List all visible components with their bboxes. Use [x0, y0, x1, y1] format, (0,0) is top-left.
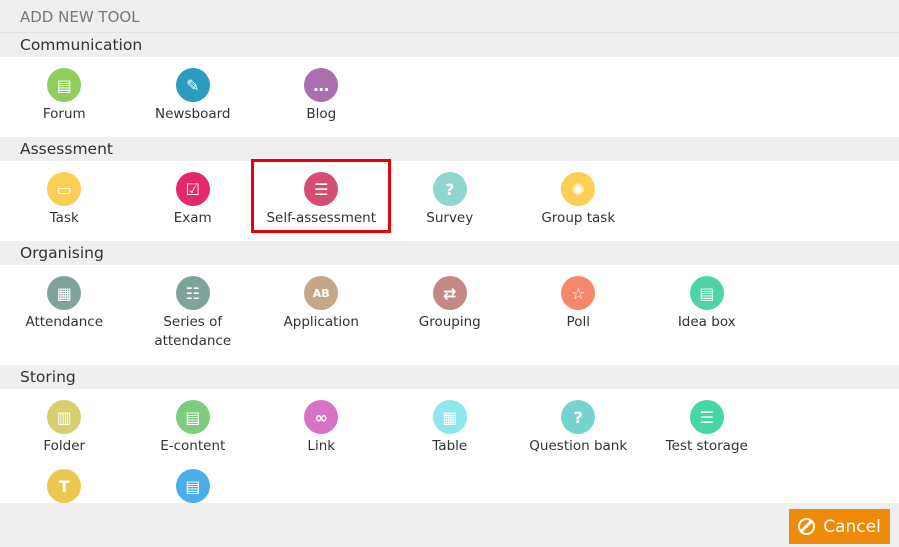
tool-e-content[interactable]: ▤ E-content: [129, 400, 258, 469]
tool-label: Test storage: [665, 438, 748, 454]
pin-icon: ✎: [175, 68, 210, 102]
tool-task[interactable]: ▭ Task: [0, 172, 129, 241]
tool-sections: Communication ▤ Forum ✎ Newsboard … Blog Assess…: [0, 33, 899, 538]
tool-attendance[interactable]: ▦ Attendance: [0, 276, 129, 365]
tool-series-of-attendance[interactable]: ☷ Series of attendance: [129, 276, 258, 365]
section-items: ▤ Forum ✎ Newsboard … Blog: [0, 57, 899, 137]
tool-label: Attendance: [25, 314, 104, 330]
tool-label: E-content: [160, 438, 226, 454]
tool-survey[interactable]: ? Survey: [386, 172, 515, 241]
tool-label: Question bank: [529, 438, 628, 454]
cancel-label: Cancel: [823, 516, 881, 537]
tool-label: Exam: [173, 210, 212, 226]
tool-label: Idea box: [677, 314, 736, 330]
tool-link[interactable]: ∞ Link: [257, 400, 386, 469]
tool-table[interactable]: ▦ Table: [386, 400, 515, 469]
tool-question-bank[interactable]: ? Question bank: [514, 400, 643, 469]
checklist-icon: ☰: [304, 172, 339, 206]
section-items: ▦ Attendance ☷ Series of attendance AB Applic…: [0, 265, 899, 365]
table-icon: ▦: [432, 400, 467, 434]
section-items: ▭ Task ☑ Exam ☰ Self-assessment? Survey ✺ Group …: [0, 159, 899, 241]
tool-label: Series of attendance: [154, 314, 232, 349]
tool-label: Newsboard: [155, 106, 231, 122]
tool-blog[interactable]: … Blog: [257, 68, 386, 137]
list-icon: ☰: [689, 400, 724, 434]
tool-label: Group task: [541, 210, 616, 226]
tool-newsboard[interactable]: ✎ Newsboard: [129, 68, 258, 137]
cancel-icon: [798, 518, 816, 535]
tool-label: Self-assessment: [266, 210, 377, 226]
calendar-icon: ▦: [47, 276, 82, 310]
tool-self-assessment[interactable]: ☰ Self-assessment: [251, 159, 391, 241]
tool-idea-box[interactable]: ▤ Idea box: [643, 276, 772, 365]
tool-label: Folder: [43, 438, 86, 454]
tool-poll[interactable]: ☆ Poll: [514, 276, 643, 365]
task-icon: ▭: [47, 172, 82, 206]
section-header-assessment: Assessment: [0, 137, 899, 161]
ab-icon: AB: [304, 276, 339, 310]
tool-test-storage[interactable]: ☰ Test storage: [643, 400, 772, 469]
person-list-icon: ☷: [175, 276, 210, 310]
tool-label: Poll: [566, 314, 590, 330]
tool-label: Survey: [426, 210, 474, 226]
document-icon: ▤: [175, 400, 210, 434]
tool-group-task[interactable]: ✺ Group task: [514, 172, 643, 241]
group-task-icon: ✺: [561, 172, 596, 206]
exam-icon: ☑: [175, 172, 210, 206]
tool-exam[interactable]: ☑ Exam: [129, 172, 258, 241]
section-header-organising: Organising: [0, 241, 899, 265]
tool-label: Application: [283, 314, 359, 330]
tool-application[interactable]: AB Application: [257, 276, 386, 365]
link-icon: ∞: [304, 400, 339, 434]
forum-icon: ▤: [47, 68, 82, 102]
dialog-title: ADD NEW TOOL: [0, 0, 899, 33]
trainer-icon: T: [47, 469, 82, 503]
grouping-icon: ⇄: [432, 276, 467, 310]
tool-forum[interactable]: ▤ Forum: [0, 68, 129, 137]
cancel-button[interactable]: Cancel: [789, 509, 890, 544]
folder-icon: ▥: [47, 400, 82, 434]
star-icon: ☆: [561, 276, 596, 310]
chat-bubbles-icon: …: [304, 68, 339, 102]
section-header-storing: Storing: [0, 365, 899, 389]
footer: Cancel: [0, 503, 899, 547]
clipboard-question-icon: ?: [432, 172, 467, 206]
tool-label: Task: [49, 210, 79, 226]
tool-label: Blog: [306, 106, 337, 122]
tool-label: Table: [432, 438, 468, 454]
modules-icon: ▤: [175, 469, 210, 503]
idea-box-icon: ▤: [689, 276, 724, 310]
tool-label: Link: [307, 438, 336, 454]
section-header-communication: Communication: [0, 33, 899, 57]
tool-label: Forum: [42, 106, 86, 122]
tool-folder[interactable]: ▥ Folder: [0, 400, 129, 469]
tool-grouping[interactable]: ⇄ Grouping: [386, 276, 515, 365]
tool-label: Grouping: [418, 314, 481, 330]
question-bank-icon: ?: [561, 400, 596, 434]
